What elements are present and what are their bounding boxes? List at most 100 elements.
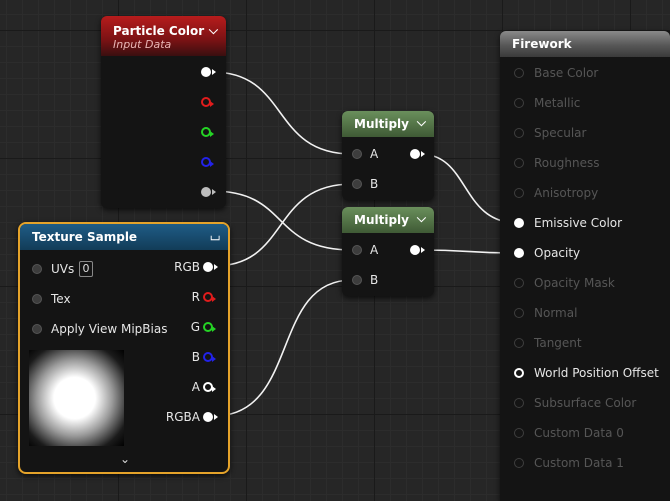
output-pin-a[interactable] <box>203 382 216 392</box>
input-pin[interactable] <box>514 308 524 318</box>
material-pin-row-wpo[interactable]: World Position Offset <box>500 358 670 388</box>
input-pin-uvs[interactable] <box>32 264 42 274</box>
pin-label-mipbias: Apply View MipBias <box>51 322 168 336</box>
pin-label: Custom Data 1 <box>534 456 624 470</box>
material-pin-row[interactable]: Specular <box>500 118 670 148</box>
output-pin-a[interactable] <box>201 187 216 197</box>
firework-header[interactable]: Firework <box>500 31 670 57</box>
input-pin[interactable] <box>514 188 524 198</box>
pin-label: Base Color <box>534 66 599 80</box>
output-pin-rgb[interactable] <box>201 67 216 77</box>
input-pin-b[interactable] <box>352 275 362 285</box>
pin-label: Roughness <box>534 156 600 170</box>
input-pin-a[interactable] <box>352 245 362 255</box>
pin-label-b: B <box>191 350 200 364</box>
output-pin-g[interactable] <box>201 127 214 137</box>
node-title: Firework <box>512 37 572 51</box>
node-subtitle: Input Data <box>113 38 172 51</box>
wire-texture-rgba-to-multiply2-b <box>213 279 353 417</box>
material-pin-row[interactable]: Custom Data 1 <box>500 448 670 478</box>
multiply-node-1[interactable]: Multiply ⌵ A B <box>342 111 434 200</box>
pin-label: Custom Data 0 <box>534 426 624 440</box>
output-pin-r[interactable] <box>203 292 216 302</box>
multiply-header[interactable]: Multiply ⌵ <box>342 207 434 233</box>
output-pin-g[interactable] <box>203 322 216 332</box>
material-pin-row[interactable]: Tangent <box>500 328 670 358</box>
input-pin[interactable] <box>514 248 524 258</box>
pin-label: Subsurface Color <box>534 396 637 410</box>
output-pin[interactable] <box>410 149 425 159</box>
chevron-down-icon[interactable]: ⌄ <box>120 452 130 466</box>
input-pin[interactable] <box>514 458 524 468</box>
particle-color-node[interactable]: Particle Color Input Data ⌵ <box>101 16 226 208</box>
input-pin[interactable] <box>514 218 524 228</box>
pin-label-a: A <box>370 243 379 257</box>
node-title: Texture Sample <box>32 230 138 244</box>
input-pin[interactable] <box>514 398 524 408</box>
input-pin[interactable] <box>514 368 524 378</box>
pin-label: World Position Offset <box>534 366 659 380</box>
material-pin-row-opacity[interactable]: Opacity <box>500 238 670 268</box>
material-pin-row[interactable]: Custom Data 0 <box>500 418 670 448</box>
input-pin[interactable] <box>514 158 524 168</box>
output-pin-rgb[interactable] <box>203 262 218 272</box>
input-pin[interactable] <box>514 338 524 348</box>
pin-label: Metallic <box>534 96 581 110</box>
input-pin-b[interactable] <box>352 179 362 189</box>
input-pin-a[interactable] <box>352 149 362 159</box>
wire-texture-rgb-to-multiply1-b <box>213 183 353 267</box>
pin-label-uvs: UVs <box>51 262 75 276</box>
particle-color-header[interactable]: Particle Color Input Data ⌵ <box>101 16 226 56</box>
pin-label: Specular <box>534 126 587 140</box>
output-pin-r[interactable] <box>201 97 214 107</box>
input-pin-mipbias[interactable] <box>32 324 42 334</box>
material-pin-row[interactable]: Normal <box>500 298 670 328</box>
output-pin-rgba[interactable] <box>203 412 218 422</box>
material-pin-row[interactable]: Subsurface Color <box>500 388 670 418</box>
wire-particle-alpha-to-multiply2-a <box>211 190 353 251</box>
multiply-node-2[interactable]: Multiply ⌵ A B <box>342 207 434 296</box>
pin-label-rgb: RGB <box>174 260 200 274</box>
pin-label: Anisotropy <box>534 186 599 200</box>
pin-label-a: A <box>370 147 379 161</box>
texture-sample-node[interactable]: Texture Sample ⌴ UVs 0 Tex Apply View Mi… <box>18 222 230 474</box>
material-pin-row[interactable]: Base Color <box>500 58 670 88</box>
material-pin-row[interactable]: Opacity Mask <box>500 268 670 298</box>
output-pin-b[interactable] <box>203 352 216 362</box>
node-title: Multiply <box>354 117 409 131</box>
multiply-header[interactable]: Multiply ⌵ <box>342 111 434 137</box>
node-title: Multiply <box>354 213 409 227</box>
input-pin-tex[interactable] <box>32 294 42 304</box>
input-pin[interactable] <box>514 428 524 438</box>
output-pin-b[interactable] <box>201 157 214 167</box>
firework-material-node[interactable]: Firework Base Color Metallic Specular Ro… <box>500 31 670 501</box>
uvs-value-field[interactable]: 0 <box>79 261 93 277</box>
pin-label-g: G <box>190 320 200 334</box>
chevron-down-icon[interactable]: ⌵ <box>417 211 426 226</box>
input-pin[interactable] <box>514 128 524 138</box>
pin-label-b: B <box>370 177 379 191</box>
pin-label-rgba: RGBA <box>165 410 200 424</box>
chevron-down-icon[interactable]: ⌵ <box>417 115 426 130</box>
pin-label-tex: Tex <box>51 292 71 306</box>
input-pin[interactable] <box>514 98 524 108</box>
pin-label-b: B <box>370 273 379 287</box>
wire-particle-rgb-to-multiply1-a <box>211 71 353 155</box>
pin-label: Opacity Mask <box>534 276 615 290</box>
input-pin[interactable] <box>514 68 524 78</box>
material-pin-row-emissive[interactable]: Emissive Color <box>500 208 670 238</box>
texture-sample-header[interactable]: Texture Sample ⌴ <box>20 224 228 250</box>
output-pin[interactable] <box>410 245 425 255</box>
chevron-up-icon[interactable]: ⌴ <box>210 229 220 244</box>
pin-label: Emissive Color <box>534 216 623 230</box>
material-pin-row[interactable]: Roughness <box>500 148 670 178</box>
material-pin-row[interactable]: Anisotropy <box>500 178 670 208</box>
material-pin-row[interactable]: Metallic <box>500 88 670 118</box>
texture-preview-thumbnail <box>29 350 124 446</box>
chevron-down-icon[interactable]: ⌵ <box>209 23 218 38</box>
pin-label: Normal <box>534 306 578 320</box>
pin-label: Opacity <box>534 246 581 260</box>
pin-label: Tangent <box>534 336 582 350</box>
input-pin[interactable] <box>514 278 524 288</box>
pin-label-a: A <box>191 380 200 394</box>
